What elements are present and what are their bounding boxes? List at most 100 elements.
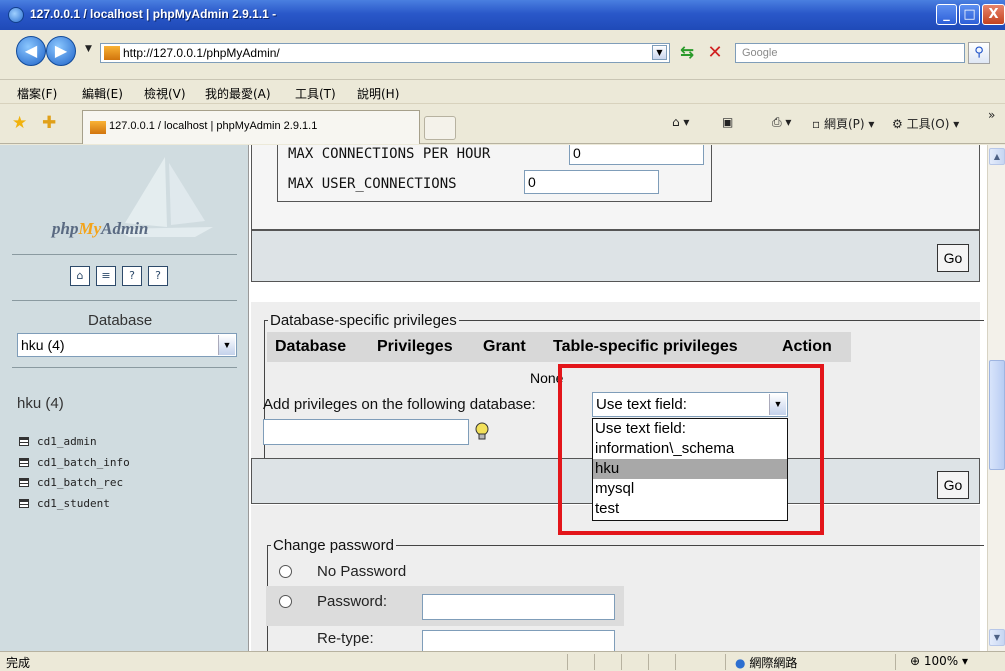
page-favicon-icon xyxy=(104,46,120,60)
new-tab-button[interactable] xyxy=(424,116,456,140)
table-icon[interactable] xyxy=(19,458,29,467)
search-icon[interactable]: ⚲ xyxy=(968,42,990,64)
column-database: Database xyxy=(275,338,347,355)
menu-tools[interactable]: 工具(T) xyxy=(295,85,336,102)
chevron-down-icon: ▼ xyxy=(218,335,235,355)
table-link-cd1-batch-rec[interactable]: cd1_batch_rec xyxy=(19,476,123,489)
zone-label: 網際網路 xyxy=(749,656,798,670)
scroll-thumb[interactable] xyxy=(989,360,1005,470)
page-menu-label: 網頁(P) xyxy=(823,117,865,131)
title-bar: 127.0.0.1 / localhost | phpMyAdmin 2.9.1… xyxy=(0,0,1005,30)
table-link-cd1-batch-info[interactable]: cd1_batch_info xyxy=(19,456,130,469)
table-icon[interactable] xyxy=(19,499,29,508)
menu-view[interactable]: 檢視(V) xyxy=(144,85,186,102)
divider xyxy=(12,300,237,301)
highlight-annotation-box xyxy=(558,364,824,535)
internet-zone: ● 網際網路 xyxy=(735,654,797,671)
change-password-legend: Change password xyxy=(271,537,396,554)
password-radio[interactable] xyxy=(279,595,292,608)
minimize-button[interactable]: _ xyxy=(936,4,957,25)
sql-query-icon[interactable]: ≡ xyxy=(96,266,116,286)
divider xyxy=(648,654,649,670)
tab-favicon-icon xyxy=(90,121,106,134)
database-name-input[interactable] xyxy=(263,419,469,445)
database-label: Database xyxy=(88,312,153,329)
divider xyxy=(12,367,237,368)
add-favorite-icon[interactable]: ✚ xyxy=(42,113,56,133)
tab-bar: ★ ✚ 127.0.0.1 / localhost | phpMyAdmin 2… xyxy=(0,104,1005,144)
password-label: Password: xyxy=(317,593,388,610)
page-menu[interactable]: ▫ 網頁(P) ▾ xyxy=(812,115,874,132)
go-button[interactable]: Go xyxy=(937,471,969,499)
column-table-specific-privileges: Table-specific privileges xyxy=(553,338,738,355)
address-url: http://127.0.0.1/phpMyAdmin/ xyxy=(123,46,280,60)
window-title: 127.0.0.1 / localhost | phpMyAdmin 2.9.1… xyxy=(30,7,277,21)
max-connections-per-hour-label: MAX CONNECTIONS PER HOUR xyxy=(288,146,491,162)
content-frame: MAX CONNECTIONS PER HOUR 0 MAX USER_CONN… xyxy=(249,145,987,651)
back-button[interactable]: ◀ xyxy=(16,36,46,66)
tab-active[interactable]: 127.0.0.1 / localhost | phpMyAdmin 2.9.1… xyxy=(82,110,420,144)
browser-icon xyxy=(8,7,24,23)
table-link-cd1-admin[interactable]: cd1_admin xyxy=(19,435,97,448)
history-dropdown-icon[interactable]: ▼ xyxy=(85,44,92,54)
scroll-up-icon[interactable]: ▲ xyxy=(989,148,1005,165)
database-heading-link[interactable]: hku (4) xyxy=(17,395,64,412)
column-grant: Grant xyxy=(483,338,526,355)
address-input[interactable]: http://127.0.0.1/phpMyAdmin/ xyxy=(100,43,670,63)
vertical-scrollbar[interactable]: ▲ ▼ xyxy=(987,145,1005,651)
add-privileges-label: Add privileges on the following database… xyxy=(263,396,536,413)
close-button[interactable]: X xyxy=(982,4,1005,25)
menu-favorites[interactable]: 我的最愛(A) xyxy=(205,85,271,102)
status-bar: 完成 ● 網際網路 ⊕ 100% ▾ xyxy=(0,651,1005,671)
resource-limits-section: MAX CONNECTIONS PER HOUR 0 MAX USER_CONN… xyxy=(251,145,980,230)
search-input[interactable]: Google xyxy=(735,43,965,63)
database-select-value: hku (4) xyxy=(21,337,65,353)
zoom-control[interactable]: ⊕ 100% ▾ xyxy=(910,654,968,668)
zoom-level: 100% xyxy=(923,654,959,668)
phpmyadmin-logo[interactable]: phpMyAdmin xyxy=(52,219,148,239)
max-user-connections-input[interactable]: 0 xyxy=(524,170,659,194)
docs-icon[interactable]: ? xyxy=(122,266,142,286)
divider xyxy=(725,654,726,670)
database-select[interactable]: hku (4) ▼ xyxy=(17,333,237,357)
password-input[interactable] xyxy=(422,594,615,620)
max-connections-per-hour-input[interactable]: 0 xyxy=(569,145,704,165)
address-dropdown-icon[interactable]: ▼ xyxy=(652,45,667,60)
retype-label: Re-type: xyxy=(317,630,374,647)
privileges-table-header: Database Privileges Grant Table-specific… xyxy=(267,332,851,362)
table-icon[interactable] xyxy=(19,437,29,446)
database-privileges-legend: Database-specific privileges xyxy=(268,312,459,329)
refresh-icon[interactable]: ⇆ xyxy=(676,42,698,64)
no-password-label: No Password xyxy=(317,563,407,580)
column-action: Action xyxy=(782,338,832,355)
status-text: 完成 xyxy=(6,656,31,670)
go-button[interactable]: Go xyxy=(937,244,969,272)
no-password-radio[interactable] xyxy=(279,565,292,578)
zoom-icon: ⊕ xyxy=(910,654,921,668)
retype-password-input[interactable] xyxy=(422,630,615,651)
table-link-cd1-student[interactable]: cd1_student xyxy=(19,497,110,510)
feeds-icon[interactable]: ▣ xyxy=(722,115,733,129)
tools-menu[interactable]: ⚙ 工具(O) ▾ xyxy=(892,115,959,132)
menu-help[interactable]: 說明(H) xyxy=(357,85,399,102)
tab-title: 127.0.0.1 / localhost | phpMyAdmin 2.9.1… xyxy=(109,120,318,132)
scroll-down-icon[interactable]: ▼ xyxy=(989,629,1005,646)
resource-limits-footer: Go xyxy=(251,230,980,282)
divider xyxy=(895,654,896,670)
favorites-star-icon[interactable]: ★ xyxy=(12,113,27,133)
home-icon[interactable]: ⌂ xyxy=(70,266,90,286)
help-icon[interactable]: ? xyxy=(148,266,168,286)
forward-button[interactable]: ▶ xyxy=(46,36,76,66)
print-icon[interactable]: ⎙ ▾ xyxy=(772,115,791,130)
lightbulb-hint-icon[interactable] xyxy=(475,422,489,442)
menu-edit[interactable]: 編輯(E) xyxy=(82,85,123,102)
chevron-more-icon[interactable]: » xyxy=(988,108,995,122)
divider xyxy=(567,654,568,670)
stop-icon[interactable]: ✕ xyxy=(704,42,726,64)
globe-icon: ● xyxy=(735,656,746,670)
menu-file[interactable]: 檔案(F) xyxy=(17,85,57,102)
table-icon[interactable] xyxy=(19,478,29,487)
home-icon[interactable]: ⌂ ▾ xyxy=(672,115,689,129)
menu-bar: 檔案(F) 編輯(E) 檢視(V) 我的最愛(A) 工具(T) 說明(H) xyxy=(0,80,1005,104)
maximize-button[interactable]: □ xyxy=(959,4,980,25)
